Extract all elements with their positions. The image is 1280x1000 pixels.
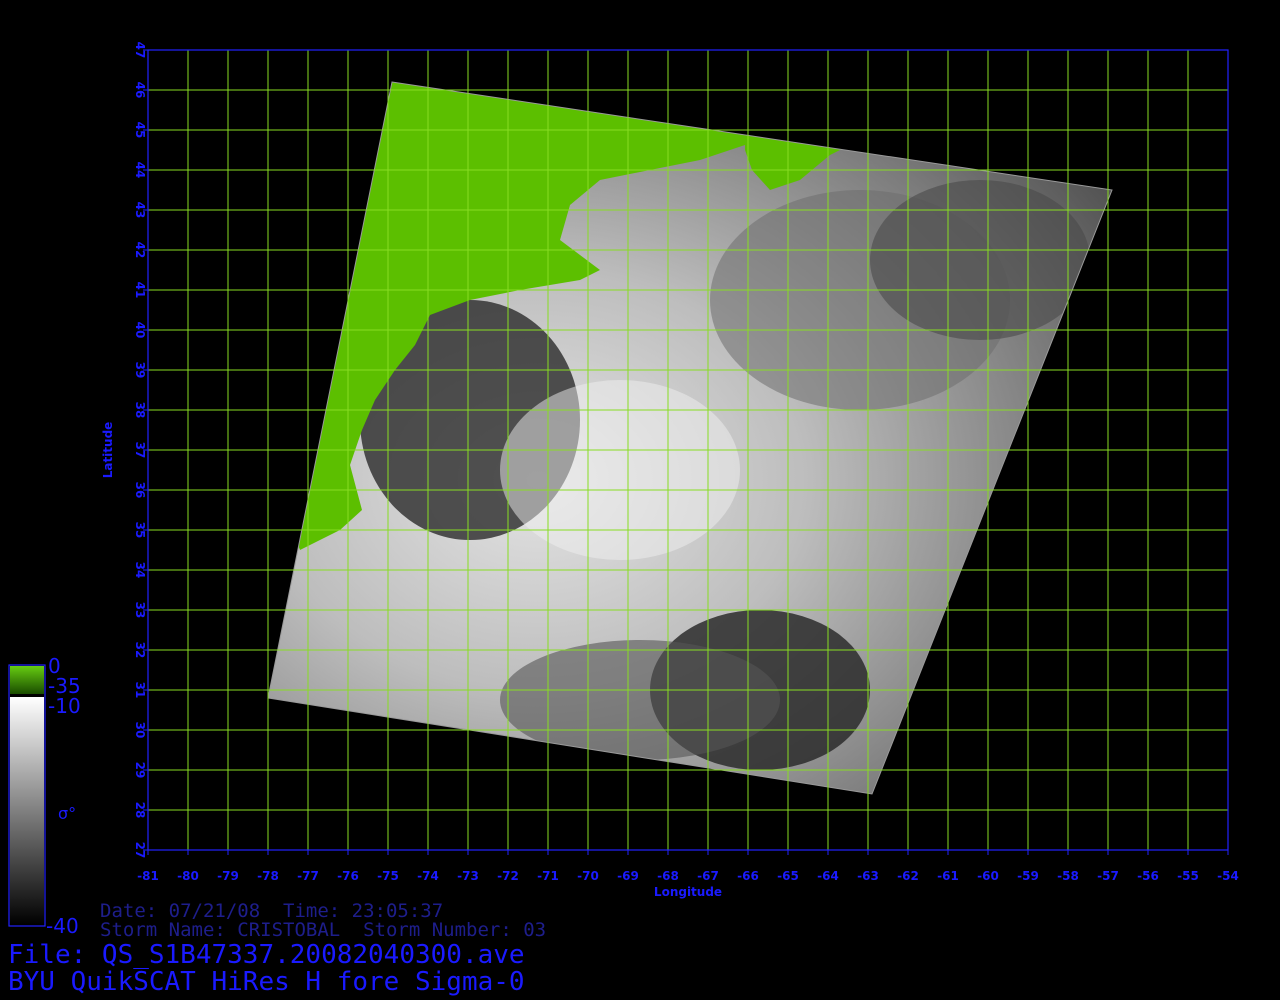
latitude-tick-label: 47 — [133, 42, 147, 59]
latitude-axis-label: Latitude — [101, 422, 115, 479]
latitude-tick-label: 33 — [133, 602, 147, 619]
latitude-tick-label: 36 — [133, 482, 147, 499]
longitude-tick-label: -64 — [817, 869, 839, 883]
latitude-tick-label: 41 — [133, 282, 147, 299]
longitude-tick-label: -66 — [737, 869, 759, 883]
longitude-tick-label: -54 — [1217, 869, 1239, 883]
file-line: File: QS_S1B47337.20082040300.ave — [8, 940, 525, 970]
colorbar-label-ocean-max: -10 — [48, 694, 81, 718]
latitude-tick-label: 29 — [133, 762, 147, 779]
longitude-tick-label: -76 — [337, 869, 359, 883]
latitude-tick-label: 42 — [133, 242, 147, 259]
latitude-tick-label: 30 — [133, 722, 147, 739]
longitude-tick-label: -74 — [417, 869, 439, 883]
latitude-tick-labels: 27 28 29 30 31 32 33 34 35 36 37 38 39 40 41 42 43 44 45 46… — [133, 42, 148, 859]
latitude-tick-label: 34 — [133, 562, 147, 579]
longitude-tick-label: -80 — [177, 869, 199, 883]
longitude-tick-label: -70 — [577, 869, 599, 883]
latitude-tick-label: 37 — [133, 442, 147, 459]
longitude-tick-label: -67 — [697, 869, 719, 883]
longitude-axis-label: Longitude — [654, 885, 722, 899]
longitude-tick-label: -71 — [537, 869, 559, 883]
longitude-tick-label: -60 — [977, 869, 999, 883]
latitude-tick-label: 43 — [133, 202, 147, 219]
longitude-tick-label: -79 — [217, 869, 239, 883]
longitude-tick-label: -78 — [257, 869, 279, 883]
longitude-tick-label: -55 — [1177, 869, 1199, 883]
longitude-tick-label: -69 — [617, 869, 639, 883]
latitude-tick-label: 31 — [133, 682, 147, 699]
longitude-tick-label: -77 — [297, 869, 319, 883]
longitude-tick-label: -56 — [1137, 869, 1159, 883]
scatterometer-map: -81 -80 -79 -78 -77 -76 -75 -74 -73 -72 -71 -70 -69 -… — [8, 42, 1239, 927]
colorbar-label-top: 0 — [48, 654, 61, 678]
longitude-tick-labels: -81 -80 -79 -78 -77 -76 -75 -74 -73 -72 -71 -70 -69 -… — [137, 850, 1239, 883]
latitude-tick-label: 27 — [133, 842, 147, 859]
latitude-tick-label: 44 — [133, 162, 147, 179]
longitude-tick-label: -73 — [457, 869, 479, 883]
longitude-tick-label: -65 — [777, 869, 799, 883]
colorbar-label-land-min: -35 — [48, 674, 81, 698]
storm-line: Storm Name: CRISTOBAL Storm Number: 03 — [100, 919, 547, 941]
latitude-tick-label: 39 — [133, 362, 147, 379]
colorbar-label-bottom: -40 — [46, 914, 79, 938]
latitude-tick-label: 38 — [133, 402, 147, 419]
longitude-tick-label: -81 — [137, 869, 159, 883]
colorbar — [8, 664, 46, 927]
colorbar-land-segment — [10, 666, 44, 694]
latitude-tick-label: 46 — [133, 82, 147, 99]
latitude-tick-label: 40 — [133, 322, 147, 339]
longitude-tick-label: -75 — [377, 869, 399, 883]
longitude-tick-label: -61 — [937, 869, 959, 883]
longitude-tick-label: -63 — [857, 869, 879, 883]
colorbar-symbol: σ° — [58, 804, 77, 823]
lat-lon-grid — [147, 49, 1229, 851]
latitude-tick-label: 45 — [133, 122, 147, 139]
longitude-tick-label: -68 — [657, 869, 679, 883]
longitude-tick-label: -59 — [1017, 869, 1039, 883]
longitude-tick-label: -57 — [1097, 869, 1119, 883]
latitude-tick-label: 32 — [133, 642, 147, 659]
latitude-tick-label: 28 — [133, 802, 147, 819]
colorbar-ocean-segment — [10, 697, 44, 925]
longitude-tick-label: -58 — [1057, 869, 1079, 883]
latitude-tick-label: 35 — [133, 522, 147, 539]
title-line: BYU QuikSCAT HiRes H fore Sigma-0 — [8, 967, 525, 997]
longitude-tick-label: -62 — [897, 869, 919, 883]
longitude-tick-label: -72 — [497, 869, 519, 883]
